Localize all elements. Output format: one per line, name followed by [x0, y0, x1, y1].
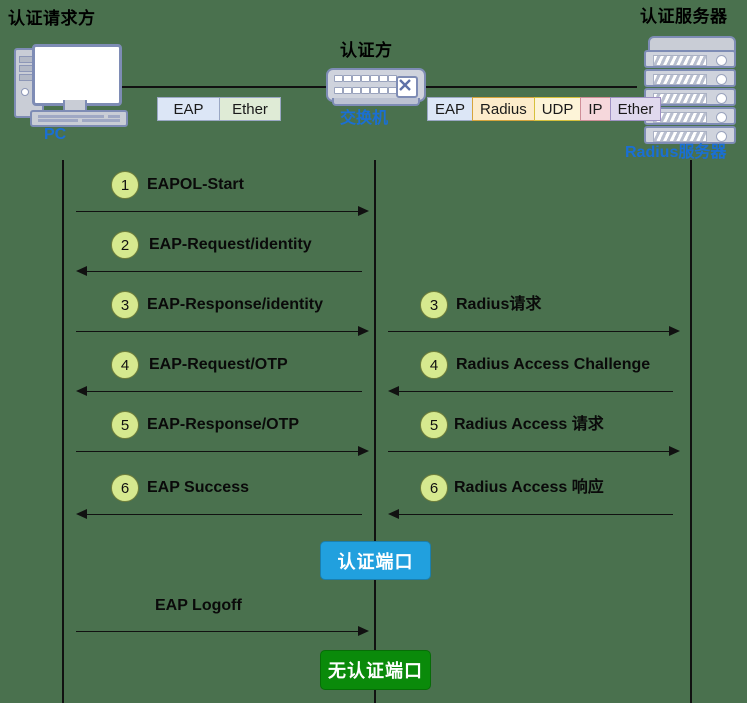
- message-label: Radius Access 响应: [454, 479, 604, 496]
- pc-caption: PC: [44, 126, 67, 143]
- message-number: 3: [420, 291, 448, 319]
- arrow-head-right-icon: [669, 446, 680, 456]
- message-label: Radius Access 请求: [454, 416, 604, 433]
- pc-icon: [8, 44, 128, 127]
- protocol-stack-left: EAP Ether: [157, 97, 281, 121]
- message-arrow: [392, 391, 673, 392]
- arrow-head-right-icon: [358, 446, 369, 456]
- lifeline-supplicant: [62, 160, 64, 703]
- switch-icon: [326, 62, 426, 108]
- stack-cell-ip: IP: [580, 97, 610, 121]
- message-label: EAP-Response/OTP: [147, 416, 300, 433]
- lifeline-authenticator: [374, 160, 376, 703]
- message-arrow: [392, 514, 673, 515]
- status-badge-authorized-port: 认证端口: [320, 541, 431, 580]
- message-arrow: [80, 271, 362, 272]
- message-label: EAP-Response/identity: [147, 296, 324, 313]
- message-label: Radius Access Challenge: [456, 356, 651, 373]
- switch-caption: 交换机: [340, 110, 389, 127]
- arrow-head-left-icon: [76, 266, 87, 276]
- auth-server-title: 认证服务器: [640, 7, 728, 26]
- message-number: 5: [420, 411, 448, 439]
- arrow-head-left-icon: [76, 509, 87, 519]
- message-arrow: [76, 211, 360, 212]
- server-caption: Radius服务器: [625, 144, 727, 161]
- stack-cell-ether: Ether: [219, 97, 281, 121]
- arrow-head-right-icon: [358, 626, 369, 636]
- message-number: 3: [111, 291, 139, 319]
- message-label: EAP-Request/identity: [149, 236, 312, 253]
- message-arrow: [80, 391, 362, 392]
- arrow-head-right-icon: [669, 326, 680, 336]
- message-number: 6: [420, 474, 448, 502]
- message-arrow: [388, 331, 671, 332]
- message-number: 5: [111, 411, 139, 439]
- protocol-stack-right: EAP Radius UDP IP Ether: [427, 97, 662, 121]
- message-number: 2: [111, 231, 139, 259]
- diagram-canvas: 认证请求方 认证方 认证服务器 PC 交换机 Radius服务器 EAP Eth…: [0, 0, 747, 703]
- server-icon: [644, 36, 740, 146]
- arrow-head-right-icon: [358, 326, 369, 336]
- stack-cell-eap: EAP: [157, 97, 219, 121]
- arrow-head-left-icon: [388, 509, 399, 519]
- message-label: EAPOL-Start: [147, 176, 244, 193]
- arrow-head-left-icon: [388, 386, 399, 396]
- supplicant-title: 认证请求方: [8, 9, 96, 28]
- message-number: 6: [111, 474, 139, 502]
- status-badge-unauthorized-port: 无认证端口: [320, 650, 431, 690]
- stack-cell-eap: EAP: [427, 97, 473, 121]
- logoff-label: EAP Logoff: [155, 597, 242, 614]
- arrow-head-left-icon: [76, 386, 87, 396]
- message-arrow: [76, 451, 360, 452]
- arrow-head-right-icon: [358, 206, 369, 216]
- message-number: 1: [111, 171, 139, 199]
- message-label: Radius请求: [456, 296, 542, 313]
- message-number: 4: [420, 351, 448, 379]
- lifeline-auth-server: [690, 160, 692, 703]
- logoff-arrow: [76, 631, 360, 632]
- message-arrow: [76, 331, 360, 332]
- message-label: EAP Success: [147, 479, 249, 496]
- authenticator-title: 认证方: [340, 41, 393, 60]
- stack-cell-ether: Ether: [609, 97, 662, 121]
- message-number: 4: [111, 351, 139, 379]
- stack-cell-radius: Radius: [472, 97, 534, 121]
- message-arrow: [80, 514, 362, 515]
- message-label: EAP-Request/OTP: [149, 356, 288, 373]
- message-arrow: [388, 451, 671, 452]
- stack-cell-udp: UDP: [533, 97, 581, 121]
